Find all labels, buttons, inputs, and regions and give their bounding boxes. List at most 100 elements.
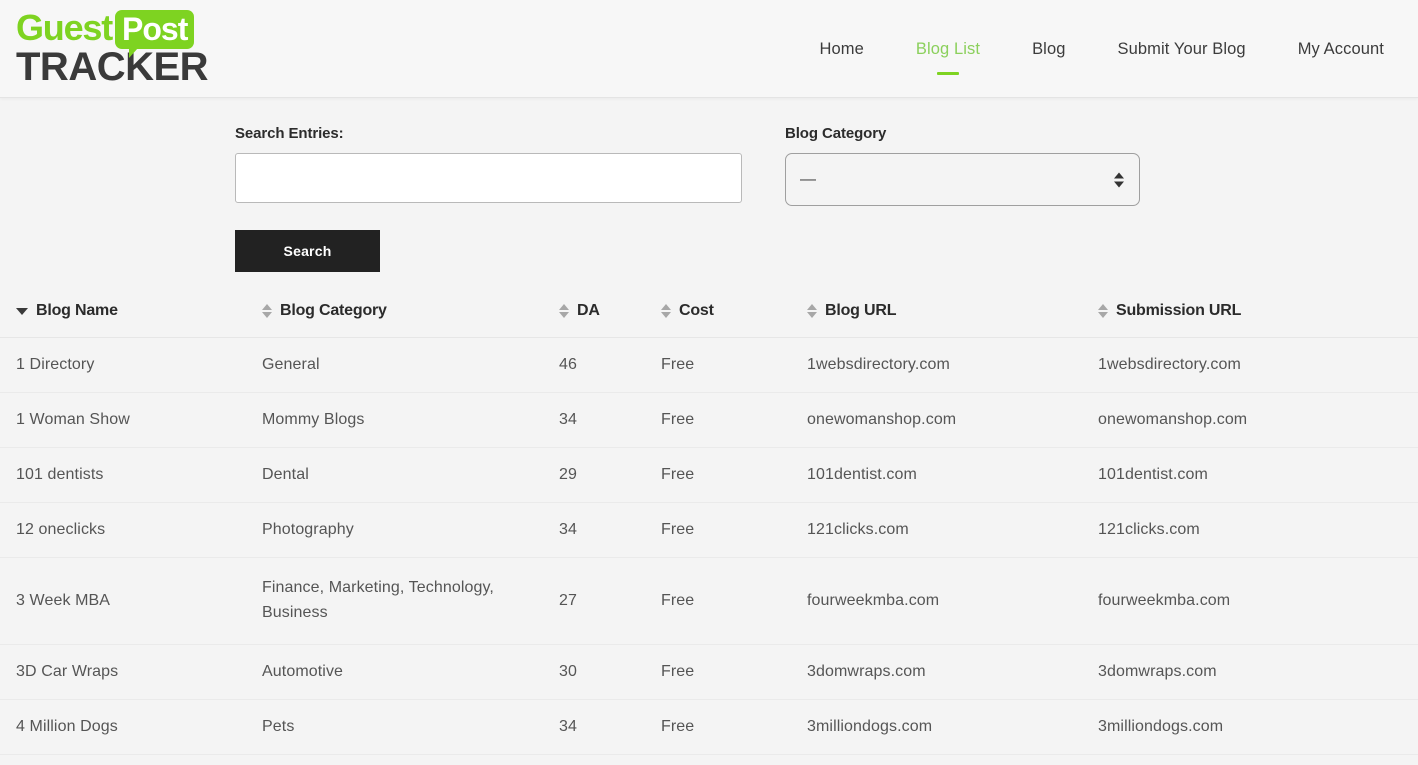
table-body: 1 Directory General 46 Free 1websdirectory.c… xyxy=(0,337,1418,755)
column-label: Blog URL xyxy=(825,302,897,319)
cell-blog-name: 101 dentists xyxy=(0,447,262,503)
cell-cost: Free xyxy=(661,502,807,558)
table-row[interactable]: 1 Woman Show Mommy Blogs 34 Free onewomansho… xyxy=(0,392,1418,448)
column-label: DA xyxy=(577,302,600,319)
cell-blog-category: Finance, Marketing, Technology, Business xyxy=(262,557,559,645)
cell-blog-name: 1 Woman Show xyxy=(0,392,262,448)
column-header-submission-url[interactable]: Submission URL xyxy=(1098,294,1418,338)
cell-cost: Free xyxy=(661,644,807,700)
cell-blog-url[interactable]: fourweekmba.com xyxy=(807,557,1098,645)
cell-blog-url[interactable]: 1websdirectory.com xyxy=(807,337,1098,393)
sort-icon xyxy=(559,304,569,318)
nav-item-submit-your-blog[interactable]: Submit Your Blog xyxy=(1092,40,1272,59)
cell-cost: Free xyxy=(661,557,807,645)
table-row[interactable]: 101 dentists Dental 29 Free 101dentist.com 10… xyxy=(0,447,1418,503)
cell-submission-url[interactable]: 3domwraps.com xyxy=(1098,644,1418,700)
nav-label: Blog xyxy=(1032,39,1066,58)
cell-da: 34 xyxy=(559,392,661,448)
cell-cost: Free xyxy=(661,699,807,755)
cell-cost: Free xyxy=(661,392,807,448)
cell-blog-name: 1 Directory xyxy=(0,337,262,393)
logo-speech-bubble-icon: Post xyxy=(115,9,195,58)
sort-icon xyxy=(262,304,272,318)
column-label: Cost xyxy=(679,302,714,319)
cell-submission-url[interactable]: fourweekmba.com xyxy=(1098,557,1418,645)
cell-da: 27 xyxy=(559,557,661,645)
table-row[interactable]: 3 Week MBA Finance, Marketing, Technology… xyxy=(0,557,1418,645)
nav-label: Blog List xyxy=(915,39,981,58)
logo-word-tracker: TRACKER xyxy=(16,44,209,89)
nav-item-blog-list[interactable]: Blog List xyxy=(890,39,1006,75)
blog-category-select[interactable]: — xyxy=(785,153,1140,206)
column-header-blog-url[interactable]: Blog URL xyxy=(807,294,1098,338)
sort-icon xyxy=(1098,304,1108,318)
table-row[interactable]: 4 Million Dogs Pets 34 Free 3milliondogs.com… xyxy=(0,699,1418,755)
cell-blog-category: Photography xyxy=(262,502,559,558)
cell-da: 46 xyxy=(559,337,661,393)
cell-blog-category: General xyxy=(262,337,559,393)
cell-blog-url[interactable]: 101dentist.com xyxy=(807,447,1098,503)
blog-category-field: Blog Category — xyxy=(785,125,1140,206)
sort-descending-icon xyxy=(16,307,28,315)
table-row[interactable]: 1 Directory General 46 Free 1websdirectory.c… xyxy=(0,337,1418,393)
cell-submission-url[interactable]: 121clicks.com xyxy=(1098,502,1418,558)
blog-category-label: Blog Category xyxy=(785,125,887,142)
nav-item-home[interactable]: Home xyxy=(793,40,889,59)
nav-label: My Account xyxy=(1297,39,1384,58)
chevron-down-icon xyxy=(1114,181,1124,187)
column-label: Blog Category xyxy=(280,302,387,319)
nav-item-my-account[interactable]: My Account xyxy=(1272,40,1410,59)
logo-word-post: Post xyxy=(122,10,188,47)
stepper-arrows-icon[interactable] xyxy=(1114,172,1124,187)
chevron-up-icon xyxy=(1114,172,1124,178)
cell-blog-category: Mommy Blogs xyxy=(262,392,559,448)
site-logo[interactable]: Guest Post TRACKER xyxy=(16,6,209,89)
cell-cost: Free xyxy=(661,447,807,503)
cell-blog-category: Pets xyxy=(262,699,559,755)
nav-item-blog[interactable]: Blog xyxy=(1006,40,1091,59)
logo-word-guest: Guest xyxy=(16,6,113,48)
cell-blog-category: Automotive xyxy=(262,644,559,700)
cell-submission-url[interactable]: 1websdirectory.com xyxy=(1098,337,1418,393)
search-entries-label: Search Entries: xyxy=(235,125,344,142)
cell-submission-url[interactable]: 101dentist.com xyxy=(1098,447,1418,503)
cell-da: 34 xyxy=(559,502,661,558)
cell-blog-url[interactable]: 3domwraps.com xyxy=(807,644,1098,700)
table-header-row: Blog Name Blog Category DA Cost Blog URL… xyxy=(0,294,1418,338)
column-header-blog-name[interactable]: Blog Name xyxy=(0,294,262,338)
table-header: Blog Name Blog Category DA Cost Blog URL… xyxy=(0,294,1418,338)
cell-blog-category: Dental xyxy=(262,447,559,503)
column-header-da[interactable]: DA xyxy=(559,294,661,338)
cell-da: 29 xyxy=(559,447,661,503)
cell-blog-url[interactable]: onewomanshop.com xyxy=(807,392,1098,448)
column-header-blog-category[interactable]: Blog Category xyxy=(262,294,559,338)
column-label: Submission URL xyxy=(1116,302,1242,319)
nav-label: Submit Your Blog xyxy=(1117,39,1246,58)
sort-icon xyxy=(661,304,671,318)
cell-blog-name: 3 Week MBA xyxy=(0,557,262,645)
cell-da: 34 xyxy=(559,699,661,755)
blog-list-table: Blog Name Blog Category DA Cost Blog URL… xyxy=(0,294,1418,755)
table-row[interactable]: 3D Car Wraps Automotive 30 Free 3domwraps.co… xyxy=(0,644,1418,700)
cell-da: 30 xyxy=(559,644,661,700)
site-header: Guest Post TRACKER Home Blog List Blog S… xyxy=(0,0,1418,98)
sort-icon xyxy=(807,304,817,318)
column-label: Blog Name xyxy=(36,302,118,319)
cell-submission-url[interactable]: onewomanshop.com xyxy=(1098,392,1418,448)
nav-label: Home xyxy=(819,39,864,58)
cell-blog-name: 4 Million Dogs xyxy=(0,699,262,755)
table-row[interactable]: 12 oneclicks Photography 34 Free 121clicks.c… xyxy=(0,502,1418,558)
cell-blog-name: 12 oneclicks xyxy=(0,502,262,558)
cell-blog-name: 3D Car Wraps xyxy=(0,644,262,700)
cell-blog-url[interactable]: 121clicks.com xyxy=(807,502,1098,558)
main-navigation: Home Blog List Blog Submit Your Blog My … xyxy=(793,0,1410,98)
active-nav-underline xyxy=(936,71,959,75)
search-entries-field: Search Entries: xyxy=(235,125,742,203)
search-button[interactable]: Search xyxy=(235,230,380,272)
cell-cost: Free xyxy=(661,337,807,393)
cell-submission-url[interactable]: 3milliondogs.com xyxy=(1098,699,1418,755)
cell-blog-url[interactable]: 3milliondogs.com xyxy=(807,699,1098,755)
column-header-cost[interactable]: Cost xyxy=(661,294,807,338)
search-input[interactable] xyxy=(235,153,742,203)
logo-top-row: Guest Post xyxy=(16,6,208,58)
